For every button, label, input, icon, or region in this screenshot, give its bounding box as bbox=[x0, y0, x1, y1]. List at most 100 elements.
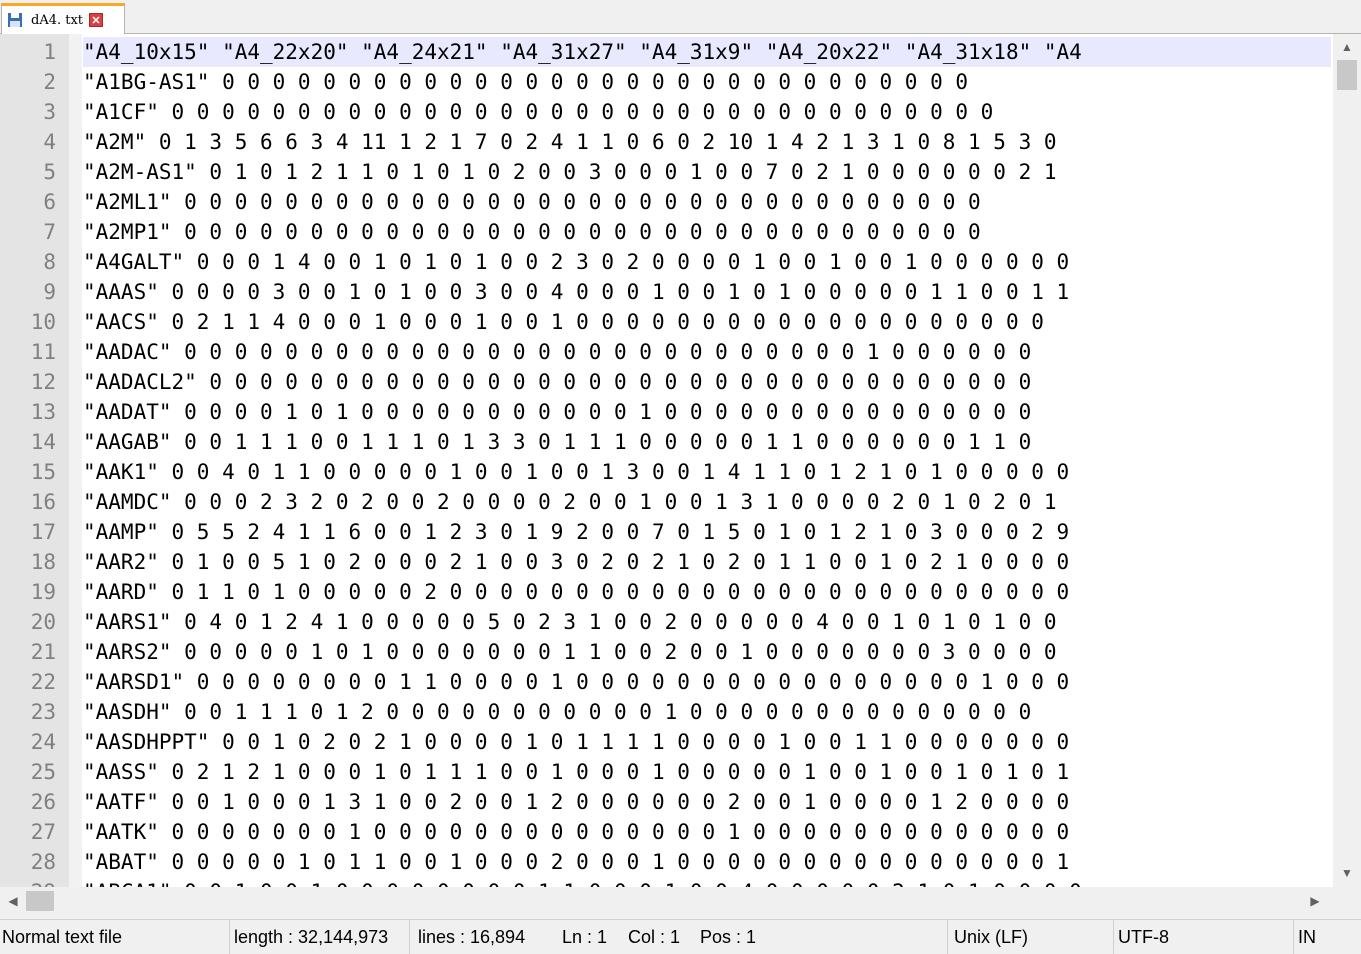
close-tab-icon[interactable]: ✕ bbox=[89, 13, 104, 27]
scroll-up-icon[interactable]: ▲ bbox=[1333, 36, 1361, 58]
line-number: 28 bbox=[30, 850, 56, 874]
text-editor[interactable]: 1 "A4_10x15" "A4_22x20" "A4_24x21" "A4_31… bbox=[0, 34, 1361, 887]
status-file-type: Normal text file bbox=[0, 920, 230, 954]
editor-line[interactable]: 7 "A2MP1" 0 0 0 0 0 0 0 0 0 0 0 0 0 0 0 0… bbox=[0, 217, 1333, 247]
line-text[interactable]: "AARS2" 0 0 0 0 0 1 0 1 0 0 0 0 0 0 0 1 … bbox=[83, 637, 1331, 667]
editor-line[interactable]: 18 "AAR2" 0 1 0 0 5 1 0 2 0 0 0 2 1 0 0 3… bbox=[0, 547, 1333, 577]
line-text[interactable]: "A1BG-AS1" 0 0 0 0 0 0 0 0 0 0 0 0 0 0 0… bbox=[83, 67, 1331, 97]
editor-line[interactable]: 11 "AADAC" 0 0 0 0 0 0 0 0 0 0 0 0 0 0 0 … bbox=[0, 337, 1333, 367]
status-bar: Normal text file length : 32,144,973 lin… bbox=[0, 919, 1361, 954]
line-number: 9 bbox=[43, 280, 56, 304]
editor-line[interactable]: 14 "AAGAB" 0 0 1 1 1 0 0 1 1 1 0 1 3 3 0 … bbox=[0, 427, 1333, 457]
horizontal-scrollbar[interactable]: ◀ ▶ bbox=[0, 887, 1333, 915]
vertical-scroll-thumb[interactable] bbox=[1337, 60, 1357, 90]
line-number: 11 bbox=[30, 340, 56, 364]
scroll-left-icon[interactable]: ◀ bbox=[2, 887, 24, 915]
editor-line[interactable]: 6 "A2ML1" 0 0 0 0 0 0 0 0 0 0 0 0 0 0 0 0… bbox=[0, 187, 1333, 217]
line-number: 10 bbox=[30, 310, 56, 334]
line-text[interactable]: "AASDHPPT" 0 0 1 0 2 0 2 1 0 0 0 0 1 0 1… bbox=[83, 727, 1331, 757]
editor-line[interactable]: 17 "AAMP" 0 5 5 2 4 1 1 6 0 0 1 2 3 0 1 9… bbox=[0, 517, 1333, 547]
line-text[interactable]: "AAR2" 0 1 0 0 5 1 0 2 0 0 0 2 1 0 0 3 0… bbox=[83, 547, 1331, 577]
line-number: 15 bbox=[30, 460, 56, 484]
editor-line[interactable]: 20 "AARS1" 0 4 0 1 2 4 1 0 0 0 0 0 5 0 2 … bbox=[0, 607, 1333, 637]
line-text[interactable]: "AASS" 0 2 1 2 1 0 0 0 1 0 1 1 1 0 0 1 0… bbox=[83, 757, 1331, 787]
editor-line[interactable]: 15 "AAK1" 0 0 4 0 1 1 0 0 0 0 0 1 0 0 1 0… bbox=[0, 457, 1333, 487]
line-number: 25 bbox=[30, 760, 56, 784]
line-number: 23 bbox=[30, 700, 56, 724]
line-text[interactable]: "AARSD1" 0 0 0 0 0 0 0 0 1 1 0 0 0 0 1 0… bbox=[83, 667, 1331, 697]
vertical-scrollbar[interactable]: ▲ ▼ bbox=[1333, 34, 1361, 887]
line-text[interactable]: "A1CF" 0 0 0 0 0 0 0 0 0 0 0 0 0 0 0 0 0… bbox=[83, 97, 1331, 127]
editor-line[interactable]: 25 "AASS" 0 2 1 2 1 0 0 0 1 0 1 1 1 0 0 1… bbox=[0, 757, 1333, 787]
editor-line[interactable]: 8 "A4GALT" 0 0 0 1 4 0 0 1 0 1 0 1 0 0 2 … bbox=[0, 247, 1333, 277]
editor-line[interactable]: 28 "ABAT" 0 0 0 0 0 1 0 1 1 0 0 1 0 0 0 2… bbox=[0, 847, 1333, 877]
status-col: Col : 1 bbox=[628, 927, 681, 947]
line-text[interactable]: "AAK1" 0 0 4 0 1 1 0 0 0 0 0 1 0 0 1 0 0… bbox=[83, 457, 1331, 487]
editor-line[interactable]: 12 "AADACL2" 0 0 0 0 0 0 0 0 0 0 0 0 0 0 … bbox=[0, 367, 1333, 397]
editor-line[interactable]: 22 "AARSD1" 0 0 0 0 0 0 0 0 1 1 0 0 0 0 1… bbox=[0, 667, 1333, 697]
editor-line[interactable]: 10 "AACS" 0 2 1 1 4 0 0 0 1 0 0 0 1 0 0 1… bbox=[0, 307, 1333, 337]
line-number: 24 bbox=[30, 730, 56, 754]
line-number: 27 bbox=[30, 820, 56, 844]
line-text[interactable]: "AADAT" 0 0 0 0 1 0 1 0 0 0 0 0 0 0 0 0 … bbox=[83, 397, 1331, 427]
line-text[interactable]: "AADACL2" 0 0 0 0 0 0 0 0 0 0 0 0 0 0 0 … bbox=[83, 367, 1331, 397]
line-text[interactable]: "AASDH" 0 0 1 1 1 0 1 2 0 0 0 0 0 0 0 0 … bbox=[83, 697, 1331, 727]
status-encoding[interactable]: UTF-8 bbox=[1114, 920, 1294, 954]
editor-line[interactable]: 13 "AADAT" 0 0 0 0 1 0 1 0 0 0 0 0 0 0 0 … bbox=[0, 397, 1333, 427]
line-text[interactable]: "A2M-AS1" 0 1 0 1 2 1 1 0 1 0 1 0 2 0 0 … bbox=[83, 157, 1331, 187]
floppy-disk-icon bbox=[7, 12, 23, 28]
line-number: 14 bbox=[30, 430, 56, 454]
line-text[interactable]: "A2M" 0 1 3 5 6 6 3 4 11 1 2 1 7 0 2 4 1… bbox=[83, 127, 1331, 157]
status-lines: lines : 16,894 bbox=[418, 927, 526, 947]
status-eol[interactable]: Unix (LF) bbox=[948, 920, 1114, 954]
line-text[interactable]: "AAGAB" 0 0 1 1 1 0 0 1 1 1 0 1 3 3 0 1 … bbox=[83, 427, 1331, 457]
line-number: 4 bbox=[43, 130, 56, 154]
editor-line[interactable]: 24 "AASDHPPT" 0 0 1 0 2 0 2 1 0 0 0 0 1 0… bbox=[0, 727, 1333, 757]
editor-line[interactable]: 4 "A2M" 0 1 3 5 6 6 3 4 11 1 2 1 7 0 2 4 … bbox=[0, 127, 1333, 157]
line-text[interactable]: "AAMP" 0 5 5 2 4 1 1 6 0 0 1 2 3 0 1 9 2… bbox=[83, 517, 1331, 547]
editor-line[interactable]: 3 "A1CF" 0 0 0 0 0 0 0 0 0 0 0 0 0 0 0 0 … bbox=[0, 97, 1333, 127]
line-text[interactable]: "A4_10x15" "A4_22x20" "A4_24x21" "A4_31x… bbox=[83, 37, 1331, 67]
scroll-down-icon[interactable]: ▼ bbox=[1333, 862, 1361, 884]
line-number: 29 bbox=[0, 877, 56, 887]
status-insert-mode: IN bbox=[1298, 927, 1316, 947]
line-text[interactable]: "AARS1" 0 4 0 1 2 4 1 0 0 0 0 0 5 0 2 3 … bbox=[83, 607, 1331, 637]
line-number: 6 bbox=[43, 190, 56, 214]
line-number: 19 bbox=[30, 580, 56, 604]
line-text[interactable]: "ABAT" 0 0 0 0 0 1 0 1 1 0 0 1 0 0 0 2 0… bbox=[83, 847, 1331, 877]
line-text[interactable]: "AACS" 0 2 1 1 4 0 0 0 1 0 0 0 1 0 0 1 0… bbox=[83, 307, 1331, 337]
line-text[interactable]: "AATF" 0 0 1 0 0 0 1 3 1 0 0 2 0 0 1 2 0… bbox=[83, 787, 1331, 817]
editor-line[interactable]: 5 "A2M-AS1" 0 1 0 1 2 1 1 0 1 0 1 0 2 0 0… bbox=[0, 157, 1333, 187]
line-text[interactable]: "A2MP1" 0 0 0 0 0 0 0 0 0 0 0 0 0 0 0 0 … bbox=[83, 217, 1331, 247]
tab-file[interactable]: dA4. txt ✕ bbox=[1, 3, 125, 34]
editor-line[interactable]: 26 "AATF" 0 0 1 0 0 0 1 3 1 0 0 2 0 0 1 2… bbox=[0, 787, 1333, 817]
editor-line[interactable]: 29 "ABCA1" 0 0 1 0 0 1 0 0 0 0 0 0 0 0 1 … bbox=[0, 877, 1333, 887]
line-number: 17 bbox=[30, 520, 56, 544]
scroll-right-icon[interactable]: ▶ bbox=[1304, 887, 1326, 915]
line-number: 16 bbox=[30, 490, 56, 514]
line-text[interactable]: "A4GALT" 0 0 0 1 4 0 0 1 0 1 0 1 0 0 2 3… bbox=[83, 247, 1331, 277]
editor-line[interactable]: 27 "AATK" 0 0 0 0 0 0 0 1 0 0 0 0 0 0 0 0… bbox=[0, 817, 1333, 847]
editor-line[interactable]: 16 "AAMDC" 0 0 0 2 3 2 0 2 0 0 2 0 0 0 0 … bbox=[0, 487, 1333, 517]
status-pos: Pos : 1 bbox=[688, 920, 948, 954]
line-number: 18 bbox=[30, 550, 56, 574]
status-length: length : 32,144,973 bbox=[230, 920, 410, 954]
horizontal-scroll-thumb[interactable] bbox=[26, 891, 54, 911]
status-ln: Ln : 1 bbox=[562, 927, 608, 947]
line-text[interactable]: "ABCA1" 0 0 1 0 0 1 0 0 0 0 0 0 0 0 1 1 … bbox=[83, 877, 1331, 887]
line-text[interactable]: "AARD" 0 1 1 0 1 0 0 0 0 0 2 0 0 0 0 0 0… bbox=[83, 577, 1331, 607]
line-number: 13 bbox=[30, 400, 56, 424]
line-text[interactable]: "AAMDC" 0 0 0 2 3 2 0 2 0 0 2 0 0 0 0 2 … bbox=[83, 487, 1331, 517]
line-text[interactable]: "AAAS" 0 0 0 0 3 0 0 1 0 1 0 0 3 0 0 4 0… bbox=[83, 277, 1331, 307]
editor-line[interactable]: 2 "A1BG-AS1" 0 0 0 0 0 0 0 0 0 0 0 0 0 0 … bbox=[0, 67, 1333, 97]
line-text[interactable]: "AATK" 0 0 0 0 0 0 0 1 0 0 0 0 0 0 0 0 0… bbox=[83, 817, 1331, 847]
scrollbar-corner bbox=[1333, 887, 1361, 915]
editor-line[interactable]: 19 "AARD" 0 1 1 0 1 0 0 0 0 0 2 0 0 0 0 0… bbox=[0, 577, 1333, 607]
editor-line[interactable]: 1 "A4_10x15" "A4_22x20" "A4_24x21" "A4_31… bbox=[0, 37, 1333, 67]
line-text[interactable]: "AADAC" 0 0 0 0 0 0 0 0 0 0 0 0 0 0 0 0 … bbox=[83, 337, 1331, 367]
editor-line[interactable]: 23 "AASDH" 0 0 1 1 1 0 1 2 0 0 0 0 0 0 0 … bbox=[0, 697, 1333, 727]
editor-line[interactable]: 9 "AAAS" 0 0 0 0 3 0 0 1 0 1 0 0 3 0 0 4 … bbox=[0, 277, 1333, 307]
editor-line[interactable]: 21 "AARS2" 0 0 0 0 0 1 0 1 0 0 0 0 0 0 0 … bbox=[0, 637, 1333, 667]
tab-bar: dA4. txt ✕ bbox=[0, 0, 1361, 34]
line-text[interactable]: "A2ML1" 0 0 0 0 0 0 0 0 0 0 0 0 0 0 0 0 … bbox=[83, 187, 1331, 217]
